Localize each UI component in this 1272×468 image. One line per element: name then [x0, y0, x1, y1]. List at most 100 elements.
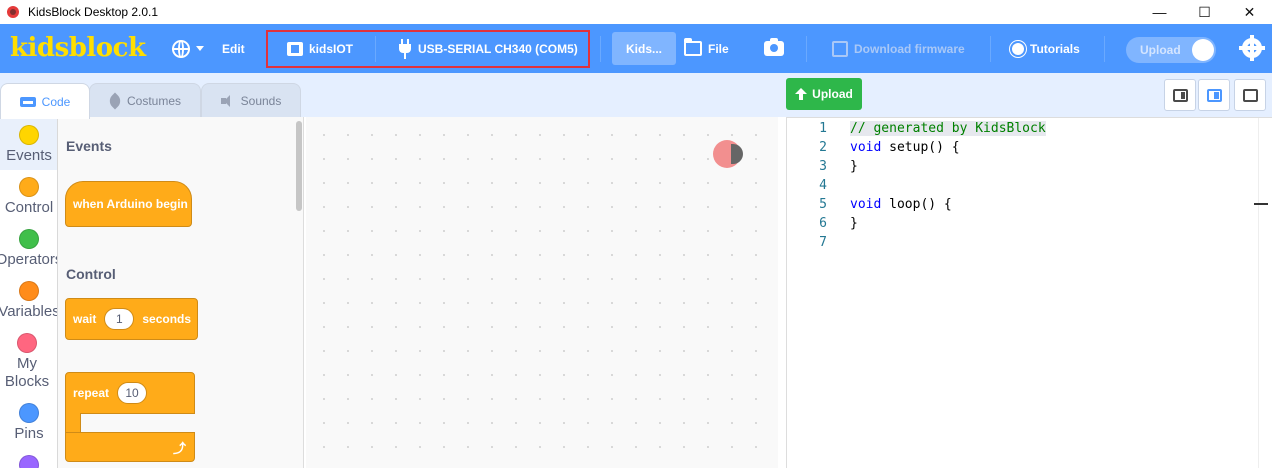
- category-dot-icon: [19, 125, 39, 145]
- screenshot-button[interactable]: [764, 24, 784, 73]
- layout-full-icon: [1242, 88, 1258, 102]
- menu-bar: kidsblock Edit kidsIOT USB-SERIAL CH340 …: [0, 24, 1272, 73]
- device-selector[interactable]: kidsIOT: [284, 24, 354, 73]
- category-dot-icon: [19, 403, 39, 423]
- category-more[interactable]: [0, 455, 57, 468]
- palette-control-title: Control: [66, 266, 116, 282]
- camera-icon: [764, 38, 784, 56]
- tab-code[interactable]: Code: [0, 83, 90, 119]
- category-label: Operators: [0, 251, 57, 268]
- toggle-knob: [1192, 39, 1214, 61]
- scrollbar-cursor-marker: [1254, 203, 1268, 205]
- category-label: Control: [4, 199, 54, 216]
- code-line: // generated by KidsBlock: [850, 121, 1046, 136]
- category-dot-icon: [19, 281, 39, 301]
- file-menu[interactable]: File: [684, 24, 729, 73]
- block-label: when Arduino begin: [73, 197, 188, 211]
- line-number: 4: [819, 178, 827, 193]
- wait-value-input[interactable]: 1: [104, 308, 135, 330]
- code-keyword: void: [850, 197, 882, 212]
- upload-toggle-label: Upload: [1140, 43, 1181, 57]
- code-icon: [19, 96, 36, 107]
- repeat-value-input[interactable]: 10: [117, 382, 148, 404]
- paintbrush-icon: [106, 92, 124, 110]
- category-pins[interactable]: Pins: [0, 403, 57, 443]
- edit-menu-label: Edit: [222, 41, 245, 56]
- loop-arrow-icon: ⤴: [172, 440, 186, 456]
- separator: [1104, 36, 1105, 62]
- category-label: Variables: [0, 303, 58, 320]
- file-menu-label: File: [708, 41, 729, 56]
- close-button[interactable]: ✕: [1227, 0, 1272, 24]
- code-keyword: void: [850, 140, 882, 155]
- category-dot-icon: [19, 455, 39, 468]
- lightbulb-icon: [1012, 42, 1024, 55]
- tab-costumes-label: Costumes: [126, 94, 182, 108]
- ladybug-icon: [7, 6, 19, 18]
- script-workspace[interactable]: [306, 117, 778, 468]
- category-dot-icon: [19, 229, 39, 249]
- line-number: 3: [819, 159, 827, 174]
- tab-sounds[interactable]: Sounds: [201, 83, 301, 118]
- palette-scrollbar[interactable]: [296, 121, 302, 211]
- upload-button[interactable]: Upload: [786, 78, 862, 110]
- tutorials-label: Tutorials: [1030, 41, 1080, 56]
- tab-sounds-label: Sounds: [240, 94, 282, 108]
- device-label: kidsIOT: [309, 41, 354, 56]
- download-firmware-button[interactable]: Download firmware: [832, 24, 965, 73]
- line-number: 1: [819, 121, 827, 136]
- gear-icon[interactable]: [1239, 35, 1265, 61]
- folder-icon: [684, 38, 702, 56]
- board-chip-icon: [284, 41, 306, 56]
- category-operators[interactable]: Operators: [0, 229, 57, 269]
- minimize-button[interactable]: —: [1137, 0, 1182, 24]
- firmware-chip-icon: [832, 40, 848, 57]
- category-label: Events: [6, 147, 52, 164]
- block-label: seconds: [142, 312, 192, 326]
- upload-button-label: Upload: [812, 87, 853, 101]
- layout-small-icon: [1172, 88, 1188, 102]
- language-menu[interactable]: [172, 24, 204, 73]
- code-editor[interactable]: 1 2 3 4 5 6 7 // generated by KidsBlock …: [786, 117, 1272, 468]
- plug-icon: [398, 38, 412, 59]
- view-small-stage-button[interactable]: [1164, 79, 1196, 111]
- repeat-block-arm: [65, 413, 81, 433]
- edit-menu[interactable]: Edit: [222, 24, 245, 73]
- port-selector[interactable]: USB-SERIAL CH340 (COM5): [398, 24, 578, 73]
- port-label: USB-SERIAL CH340 (COM5): [418, 41, 578, 56]
- tab-costumes[interactable]: Costumes: [89, 83, 201, 118]
- separator: [600, 36, 601, 62]
- line-number: 2: [819, 140, 827, 155]
- ladybug-sprite-icon: [713, 140, 743, 168]
- window-titlebar: KidsBlock Desktop 2.0.1 — ☐ ✕: [0, 0, 1272, 24]
- speaker-icon: [220, 95, 235, 107]
- category-my-blocks[interactable]: My Blocks: [0, 333, 54, 391]
- block-label: repeat: [73, 386, 110, 400]
- tutorials-button[interactable]: Tutorials: [1012, 24, 1080, 73]
- code-line: }: [850, 216, 858, 231]
- project-title-tab[interactable]: Kids...: [612, 32, 676, 65]
- category-control[interactable]: Control: [0, 177, 57, 217]
- upload-mode-toggle[interactable]: Upload: [1126, 37, 1216, 63]
- window-title: KidsBlock Desktop 2.0.1: [28, 5, 159, 19]
- kidsblock-logo[interactable]: kidsblock: [10, 33, 146, 63]
- editor-scrollbar[interactable]: [1258, 118, 1272, 468]
- category-events[interactable]: Events: [0, 117, 57, 170]
- maximize-button[interactable]: ☐: [1182, 0, 1227, 24]
- view-full-button[interactable]: [1234, 79, 1266, 111]
- repeat-block[interactable]: repeat 10: [65, 372, 195, 414]
- block-categories: Events Control Operators Variables My Bl…: [0, 117, 58, 468]
- upload-icon: [795, 88, 808, 100]
- repeat-block-foot: ⤴: [65, 432, 195, 462]
- view-split-button[interactable]: [1198, 79, 1230, 111]
- tab-code-label: Code: [41, 94, 71, 109]
- wait-seconds-block[interactable]: wait 1 seconds: [65, 298, 198, 340]
- block-palette: Events when Arduino begin Control wait 1…: [58, 117, 304, 468]
- code-line: }: [850, 159, 858, 174]
- code-line: void loop() {: [850, 197, 952, 212]
- line-number: 6: [819, 216, 827, 231]
- when-arduino-begin-block[interactable]: when Arduino begin: [65, 181, 192, 227]
- category-dot-icon: [19, 177, 39, 197]
- code-line: void setup() {: [850, 140, 960, 155]
- category-variables[interactable]: Variables: [0, 281, 58, 321]
